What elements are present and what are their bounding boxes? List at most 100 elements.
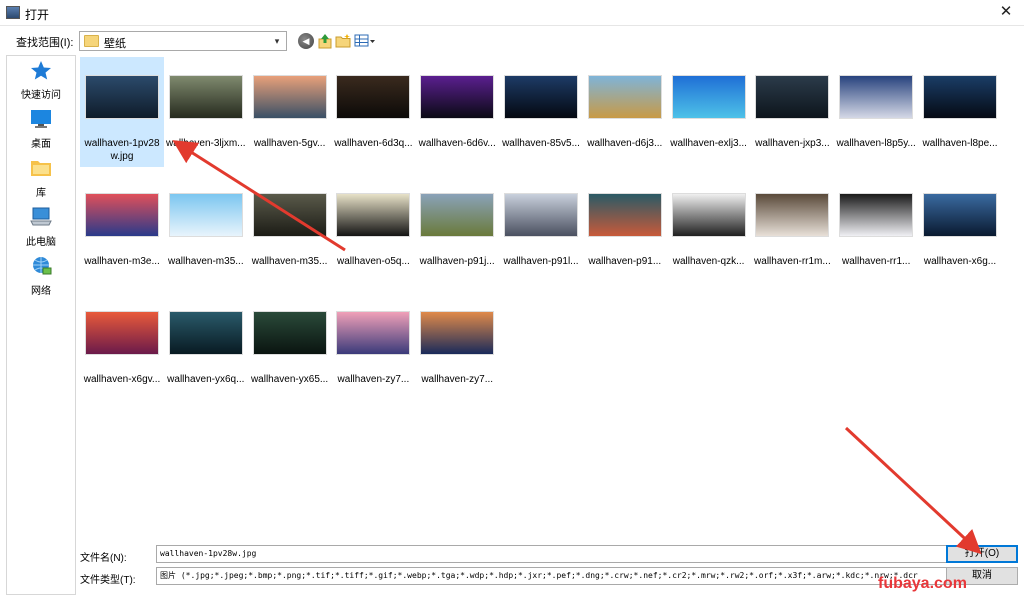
file-item[interactable]: wallhaven-6d3q... [331, 57, 415, 150]
file-name: wallhaven-6d3q... [334, 138, 413, 149]
file-name: wallhaven-qzk... [672, 256, 745, 267]
file-item[interactable]: wallhaven-x6g... [918, 175, 1002, 268]
file-name: wallhaven-x6g... [923, 256, 997, 267]
app-icon [6, 6, 20, 19]
lookin-row: 查找范围(I): 壁纸 ▾ ◀ [0, 28, 1024, 54]
file-item[interactable]: wallhaven-o5q... [331, 175, 415, 268]
file-item[interactable]: wallhaven-zy7... [415, 293, 499, 386]
library-icon [31, 161, 51, 176]
file-item[interactable]: wallhaven-x6gv... [80, 293, 164, 386]
filename-value: wallhaven-1pv28w.jpg [160, 549, 257, 558]
file-item[interactable]: wallhaven-qzk... [667, 175, 751, 268]
place-this-pc[interactable]: 此电脑 [7, 207, 75, 248]
place-label: 库 [36, 188, 46, 199]
file-name: wallhaven-d6j3... [587, 138, 663, 149]
image-thumbnail [924, 76, 996, 118]
file-name: wallhaven-5gv... [253, 138, 326, 149]
place-library[interactable]: 库 [7, 158, 75, 199]
image-thumbnail [169, 312, 242, 354]
places-bar: 快速访问 桌面 库 此电脑 网络 [6, 55, 76, 595]
image-thumbnail [337, 312, 410, 354]
file-name: wallhaven-l8p5y... [836, 138, 916, 149]
up-folder-icon[interactable] [317, 33, 333, 49]
place-network[interactable]: 网络 [7, 256, 75, 297]
image-thumbnail [421, 312, 494, 354]
image-thumbnail [86, 76, 158, 118]
file-name: wallhaven-p91... [588, 256, 662, 267]
file-item[interactable]: wallhaven-m35... [248, 175, 332, 268]
image-thumbnail [756, 194, 829, 236]
file-item[interactable]: wallhaven-jxp3... [750, 57, 834, 150]
filename-input[interactable]: wallhaven-1pv28w.jpg ▾ [156, 545, 1012, 563]
file-item[interactable]: wallhaven-1pv28w.jpg [80, 57, 164, 167]
file-name: wallhaven-p91j... [419, 256, 495, 267]
file-item[interactable]: wallhaven-5gv... [248, 57, 332, 150]
image-thumbnail [169, 76, 242, 118]
image-thumbnail [505, 194, 577, 236]
image-thumbnail [253, 312, 326, 354]
file-item[interactable]: wallhaven-yx65... [248, 293, 332, 386]
file-name: wallhaven-m35... [168, 256, 244, 267]
file-item[interactable]: wallhaven-p91j... [415, 175, 499, 268]
filename-label: 文件名(N): [80, 553, 127, 564]
file-name: wallhaven-yx6q... [167, 374, 245, 385]
file-name: wallhaven-m3e... [84, 256, 160, 267]
file-list-view[interactable]: wallhaven-1pv28w.jpg wallhaven-3ljxm... wa… [78, 55, 1024, 535]
place-quick-access[interactable]: 快速访问 [7, 60, 75, 101]
file-item[interactable]: wallhaven-6d6v... [415, 57, 499, 150]
image-thumbnail [840, 76, 913, 118]
file-item[interactable]: wallhaven-l8pe... [918, 57, 1002, 150]
place-label: 桌面 [31, 139, 51, 150]
image-thumbnail [756, 76, 829, 118]
filetype-label: 文件类型(T): [80, 575, 136, 586]
file-item[interactable]: wallhaven-rr1... [834, 175, 918, 268]
file-name: wallhaven-o5q... [336, 256, 410, 267]
image-thumbnail [672, 194, 745, 236]
file-item[interactable]: wallhaven-p91... [583, 175, 667, 268]
open-button[interactable]: 打开(O) [946, 545, 1018, 563]
file-name: wallhaven-jxp3... [755, 138, 830, 149]
file-item[interactable]: wallhaven-m35... [164, 175, 248, 268]
back-icon[interactable]: ◀ [298, 33, 314, 49]
image-thumbnail [253, 76, 326, 118]
window-title: 打开 [25, 8, 50, 22]
file-item[interactable]: wallhaven-zy7... [331, 293, 415, 386]
file-item[interactable]: wallhaven-exlj3... [667, 57, 751, 150]
file-item[interactable]: wallhaven-rr1m... [750, 175, 834, 268]
file-name: wallhaven-zy7... [421, 374, 494, 385]
lookin-combobox[interactable]: 壁纸 ▾ [79, 31, 287, 51]
file-name: wallhaven-3ljxm... [166, 138, 246, 149]
view-menu-icon[interactable] [354, 33, 376, 49]
desktop-icon [31, 110, 51, 128]
image-thumbnail [253, 194, 326, 236]
image-thumbnail [672, 76, 745, 118]
watermark: fubaya.com [878, 575, 967, 592]
file-name: wallhaven-85v5... [502, 138, 580, 149]
file-name: wallhaven-rr1m... [754, 256, 831, 267]
image-thumbnail [421, 194, 494, 236]
image-thumbnail [505, 76, 577, 118]
file-item[interactable]: wallhaven-m3e... [80, 175, 164, 268]
file-item[interactable]: wallhaven-d6j3... [583, 57, 667, 150]
file-item[interactable]: wallhaven-3ljxm... [164, 57, 248, 150]
image-thumbnail [588, 194, 661, 236]
file-item[interactable]: wallhaven-p91l... [499, 175, 583, 268]
file-name: wallhaven-1pv28w.jpg [84, 138, 160, 162]
place-label: 网络 [31, 286, 51, 297]
star-icon [31, 61, 51, 80]
chevron-down-icon[interactable]: ▾ [270, 34, 284, 48]
image-thumbnail [924, 194, 996, 236]
place-desktop[interactable]: 桌面 [7, 109, 75, 150]
network-icon [33, 257, 52, 275]
file-item[interactable]: wallhaven-85v5... [499, 57, 583, 150]
file-item[interactable]: wallhaven-yx6q... [164, 293, 248, 386]
title-bar: 打开 ✕ [0, 0, 1024, 26]
place-label: 快速访问 [21, 90, 61, 101]
image-thumbnail [840, 194, 913, 236]
close-icon[interactable]: ✕ [994, 1, 1018, 23]
new-folder-icon[interactable] [335, 33, 351, 49]
file-item[interactable]: wallhaven-l8p5y... [834, 57, 918, 150]
computer-icon [30, 207, 52, 226]
image-thumbnail [337, 76, 410, 118]
file-name: wallhaven-rr1... [842, 256, 911, 267]
